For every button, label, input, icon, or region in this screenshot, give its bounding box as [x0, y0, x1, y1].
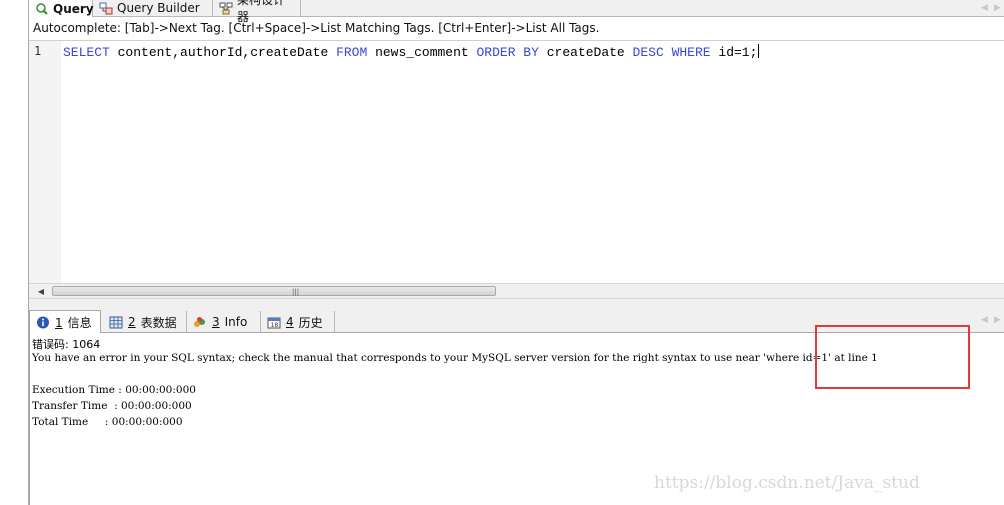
info-icon: [36, 316, 50, 329]
tab-info-label: Info: [224, 315, 248, 329]
sql-keyword: WHERE: [671, 45, 711, 60]
execution-time: Execution Time : 00:00:00:000: [32, 384, 196, 396]
tab-info-number: 3: [212, 315, 220, 329]
sql-text: content,authorId,createDate: [109, 45, 337, 60]
query-icon: [35, 2, 49, 15]
transfer-time: Transfer Time : 00:00:00:000: [32, 400, 192, 412]
error-highlight-box: [815, 325, 970, 389]
watermark: https://blog.csdn.net/Java_stud: [654, 473, 920, 493]
tab-history-number: 4: [286, 315, 294, 329]
tab-messages[interactable]: 1 信息: [29, 310, 101, 334]
scroll-left-arrow-icon[interactable]: ◀: [33, 284, 49, 298]
line-number: 1: [34, 44, 42, 58]
tab-query-label: Query: [53, 1, 94, 16]
autocomplete-hint: Autocomplete: [Tab]->Next Tag. [Ctrl+Spa…: [33, 21, 600, 35]
text-caret: [758, 44, 760, 58]
svg-text:18: 18: [271, 322, 279, 329]
error-code: 错误码: 1064: [32, 338, 101, 351]
tab-query-builder[interactable]: Query Builder: [93, 0, 213, 16]
sql-keyword: FROM: [336, 45, 368, 60]
tab-messages-number: 1: [55, 315, 63, 330]
tab-query[interactable]: Query: [29, 0, 94, 17]
tab-messages-label: 信息: [67, 316, 92, 330]
scrollbar-grip-icon: |||: [292, 288, 300, 296]
sql-text: createDate: [538, 45, 633, 60]
scroll-left-icon[interactable]: ◀: [981, 3, 988, 13]
scrollbar-thumb[interactable]: |||: [52, 286, 496, 296]
sql-keyword: SELECT: [63, 45, 110, 60]
tab-history-label: 历史: [298, 315, 323, 330]
left-panel-strip: [0, 0, 28, 505]
result-tab-scroll-arrows: ◀ ▶: [978, 315, 1004, 325]
tab-schema-designer[interactable]: 架构设计器: [213, 0, 301, 24]
query-window: Query Query Builder 架构设计器 ◀ ▶ Autocomple…: [29, 0, 1004, 505]
query-builder-icon: [99, 2, 113, 15]
tab-table-data-number: 2: [128, 315, 136, 329]
editor-tab-bar: Query Query Builder 架构设计器 ◀ ▶: [29, 0, 1004, 24]
sql-code-line[interactable]: SELECT content,authorId,createDate FROM …: [63, 44, 760, 60]
schema-designer-icon: [219, 2, 233, 15]
tab-history[interactable]: 18 4 历史: [261, 311, 335, 333]
table-data-icon: [109, 316, 123, 329]
pane-splitter[interactable]: [29, 299, 1004, 309]
tab-info[interactable]: 3 Info: [187, 311, 261, 333]
result-scroll-left-icon[interactable]: ◀: [981, 315, 988, 325]
line-number-gutter: 1: [29, 41, 61, 284]
total-time: Total Time : 00:00:00:000: [32, 416, 183, 428]
editor-horizontal-scrollbar[interactable]: ◀ |||: [29, 283, 1004, 299]
result-scroll-right-icon[interactable]: ▶: [994, 315, 1001, 325]
tab-query-builder-label: Query Builder: [117, 1, 200, 15]
tab-scroll-arrows: ◀ ▶: [978, 0, 1004, 16]
sql-keyword: ORDER BY: [476, 45, 539, 60]
sql-text: news_comment: [367, 45, 477, 60]
tab-table-data[interactable]: 2 表数据: [103, 311, 187, 333]
sql-keyword: DESC: [632, 45, 664, 60]
sql-editor[interactable]: 1 SELECT content,authorId,createDate FRO…: [29, 40, 1004, 284]
error-message: You have an error in your SQL syntax; ch…: [32, 352, 878, 364]
sql-text: id=1;: [710, 45, 758, 60]
tab-table-data-label: 表数据: [140, 315, 177, 330]
scroll-right-icon[interactable]: ▶: [994, 3, 1001, 13]
info-chart-icon: [193, 316, 207, 329]
history-icon: 18: [267, 316, 281, 329]
